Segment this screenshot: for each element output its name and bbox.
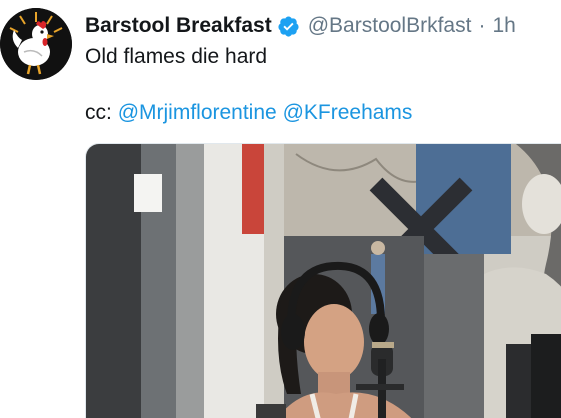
separator-dot: ·: [478, 14, 486, 37]
rooster-logo: [0, 8, 72, 80]
cc-prefix: cc:: [85, 101, 112, 124]
timestamp[interactable]: 1h: [492, 14, 515, 38]
video-still: [86, 144, 561, 418]
verified-badge-icon: [277, 15, 300, 38]
tweet-header: Barstool Breakfast @BarstoolBrkfast · 1h: [85, 10, 561, 42]
cc-line: cc: @Mrjimflorentine @KFreehams: [85, 99, 412, 127]
media-image[interactable]: [85, 143, 561, 418]
avatar[interactable]: [0, 8, 72, 80]
tweet-text: Old flames die hard: [85, 45, 268, 68]
tweet-card[interactable]: Barstool Breakfast @BarstoolBrkfast · 1h…: [0, 0, 561, 418]
display-name[interactable]: Barstool Breakfast: [85, 14, 272, 38]
user-handle[interactable]: @BarstoolBrkfast: [308, 14, 472, 38]
mention-link[interactable]: @Mrjimflorentine: [118, 101, 277, 124]
mention-link[interactable]: @KFreehams: [283, 101, 413, 124]
